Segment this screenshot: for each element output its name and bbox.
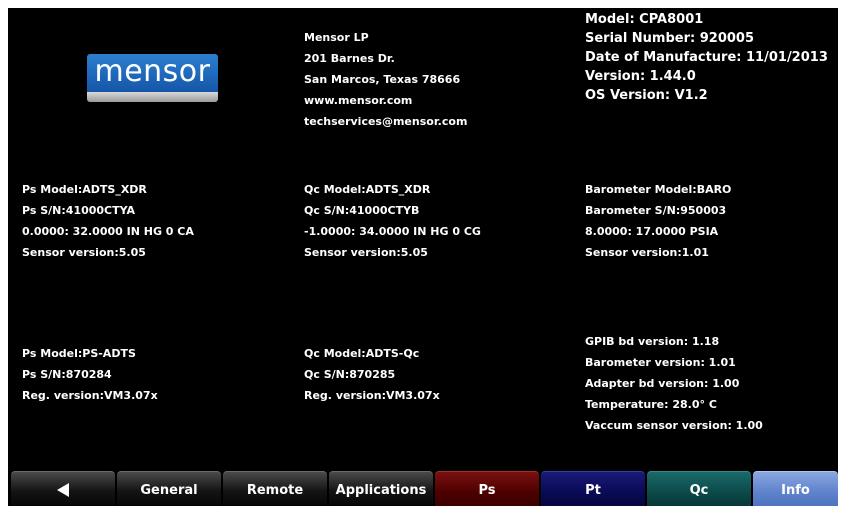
barometer-range: 8.0000: 17.0000 PSIA bbox=[585, 225, 719, 238]
barometer-board-version: Barometer version: 1.01 bbox=[585, 356, 736, 369]
remote-button[interactable]: Remote bbox=[223, 471, 327, 506]
adapter-board-version: Adapter bd version: 1.00 bbox=[585, 377, 740, 390]
logo-grey-band bbox=[87, 92, 218, 102]
device-model: Model: CPA8001 bbox=[585, 12, 704, 27]
device-version: Version: 1.44.0 bbox=[585, 69, 696, 84]
qc-regulator-serial: Qc S/N:870285 bbox=[304, 368, 396, 381]
device-serial: Serial Number: 920005 bbox=[585, 31, 755, 46]
back-arrow-icon bbox=[57, 483, 69, 497]
barometer-serial: Barometer S/N:950003 bbox=[585, 204, 727, 217]
qc-regulator-version: Reg. version:VM3.07x bbox=[304, 389, 440, 402]
qc-sensor-serial: Qc S/N:41000CTYB bbox=[304, 204, 420, 217]
back-button[interactable] bbox=[11, 471, 115, 506]
ps-sensor-range: 0.0000: 32.0000 IN HG 0 CA bbox=[22, 225, 194, 238]
ps-sensor-version: Sensor version:5.05 bbox=[22, 246, 146, 259]
company-website: www.mensor.com bbox=[304, 94, 413, 107]
qc-regulator-model: Qc Model:ADTS-Qc bbox=[304, 347, 420, 360]
company-info: Mensor LP 201 Barnes Dr. San Marcos, Tex… bbox=[304, 27, 467, 132]
qc-button[interactable]: Qc bbox=[647, 471, 751, 506]
device-os-version: OS Version: V1.2 bbox=[585, 88, 708, 103]
device-info: Model: CPA8001 Serial Number: 920005 Dat… bbox=[585, 10, 828, 105]
company-street: 201 Barnes Dr. bbox=[304, 52, 395, 65]
qc-sensor-range: -1.0000: 34.0000 IN HG 0 CG bbox=[304, 225, 481, 238]
company-city: San Marcos, Texas 78666 bbox=[304, 73, 461, 86]
barometer-model: Barometer Model:BARO bbox=[585, 183, 732, 196]
bottom-navbar: General Remote Applications Ps Pt Qc Inf… bbox=[11, 471, 838, 506]
ps-regulator-info: Ps Model:PS-ADTS Ps S/N:870284 Reg. vers… bbox=[22, 343, 158, 406]
ps-sensor-model: Ps Model:ADTS_XDR bbox=[22, 183, 147, 196]
gpib-version: GPIB bd version: 1.18 bbox=[585, 335, 720, 348]
device-manufacture-date: Date of Manufacture: 11/01/2013 bbox=[585, 50, 828, 65]
mensor-logo: mensor bbox=[87, 54, 218, 102]
qc-sensor-model: Qc Model:ADTS_XDR bbox=[304, 183, 431, 196]
applications-button[interactable]: Applications bbox=[329, 471, 433, 506]
qc-regulator-info: Qc Model:ADTS-Qc Qc S/N:870285 Reg. vers… bbox=[304, 343, 440, 406]
qc-sensor-info: Qc Model:ADTS_XDR Qc S/N:41000CTYB -1.00… bbox=[304, 179, 481, 263]
vacuum-sensor-version: Vaccum sensor version: 1.00 bbox=[585, 419, 763, 432]
logo-text: mensor bbox=[94, 54, 211, 89]
general-button[interactable]: General bbox=[117, 471, 221, 506]
temperature-readout: Temperature: 28.0° C bbox=[585, 398, 717, 411]
info-button[interactable]: Info bbox=[753, 471, 838, 506]
ps-regulator-serial: Ps S/N:870284 bbox=[22, 368, 112, 381]
barometer-info: Barometer Model:BARO Barometer S/N:95000… bbox=[585, 179, 731, 263]
system-info: GPIB bd version: 1.18 Barometer version:… bbox=[585, 331, 763, 436]
company-name: Mensor LP bbox=[304, 31, 369, 44]
company-email: techservices@mensor.com bbox=[304, 115, 468, 128]
barometer-version: Sensor version:1.01 bbox=[585, 246, 709, 259]
qc-sensor-version: Sensor version:5.05 bbox=[304, 246, 428, 259]
pt-button[interactable]: Pt bbox=[541, 471, 645, 506]
ps-regulator-version: Reg. version:VM3.07x bbox=[22, 389, 158, 402]
ps-regulator-model: Ps Model:PS-ADTS bbox=[22, 347, 136, 360]
info-screen: mensor Mensor LP 201 Barnes Dr. San Marc… bbox=[8, 8, 838, 506]
ps-sensor-info: Ps Model:ADTS_XDR Ps S/N:41000CTYA 0.000… bbox=[22, 179, 194, 263]
ps-sensor-serial: Ps S/N:41000CTYA bbox=[22, 204, 136, 217]
ps-button[interactable]: Ps bbox=[435, 471, 539, 506]
